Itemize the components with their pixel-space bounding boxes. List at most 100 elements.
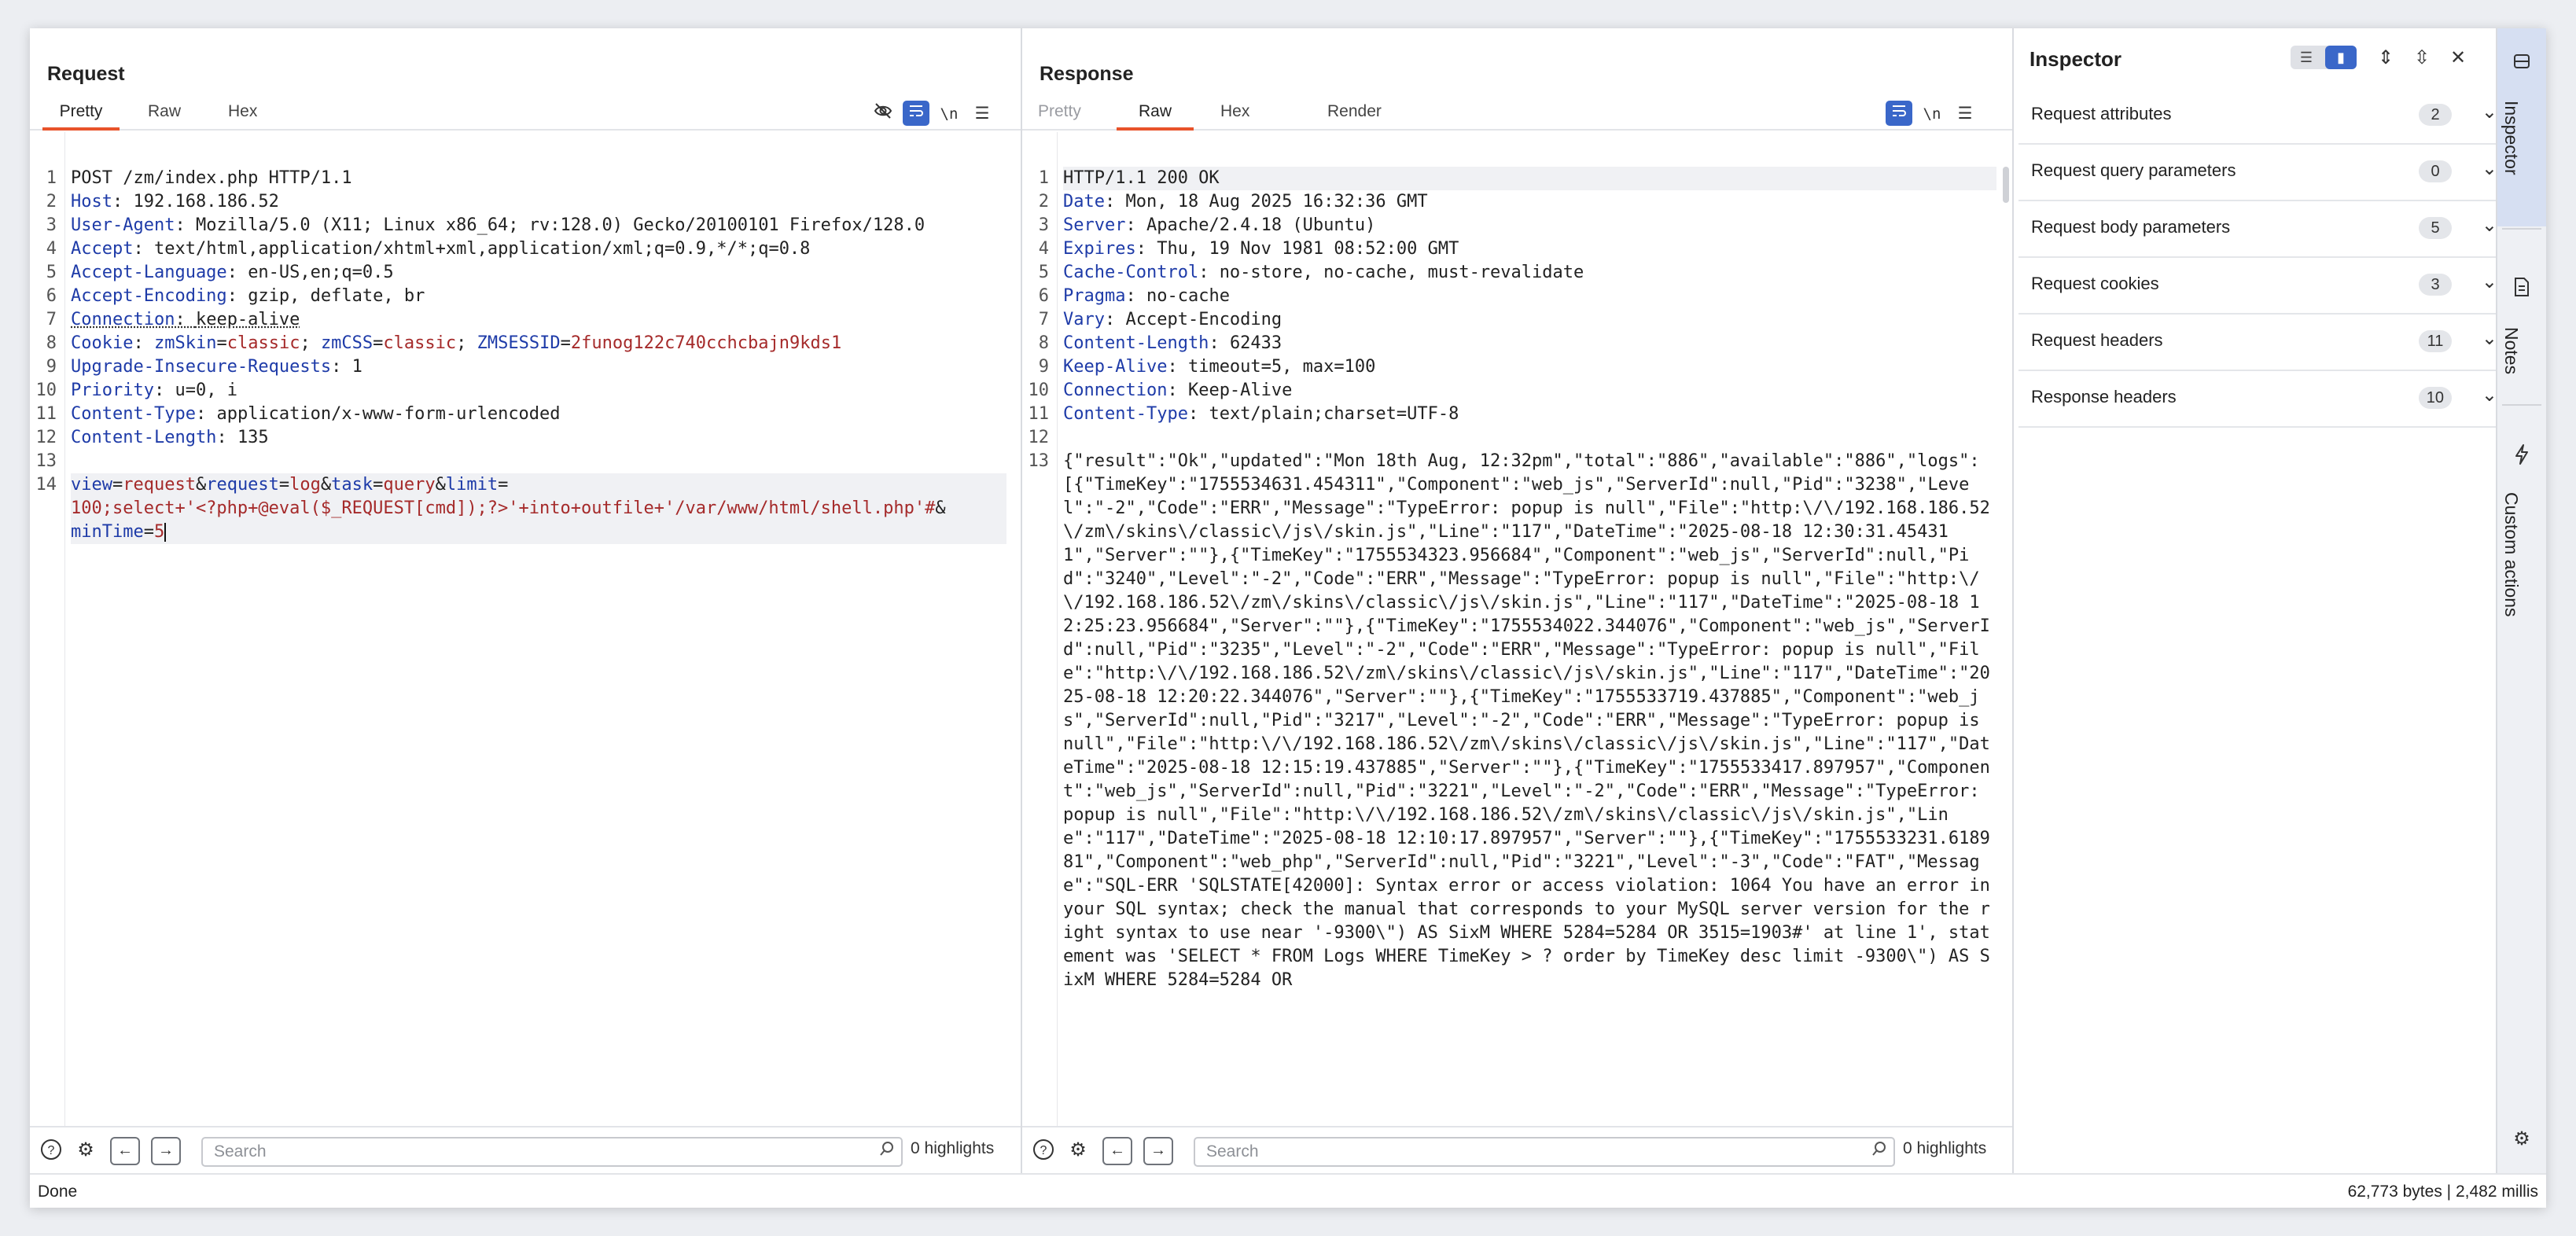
response-search-input[interactable] bbox=[1205, 1140, 1767, 1164]
response-tab-hex[interactable]: Hex bbox=[1220, 97, 1249, 127]
line-number: 8 bbox=[1038, 333, 1049, 353]
request-tab-pretty[interactable]: Pretty bbox=[42, 97, 120, 131]
inspector-section-response-headers[interactable]: Response headers 10 ⌄ bbox=[2018, 371, 2521, 428]
request-search-input[interactable] bbox=[212, 1140, 775, 1164]
header-value: u=0, i bbox=[175, 381, 237, 400]
right-sidebar: Inspector Notes Custom actions ⚙ bbox=[2496, 28, 2546, 1175]
header-key: Date bbox=[1063, 192, 1105, 212]
response-tab-raw[interactable]: Raw bbox=[1117, 97, 1194, 131]
request-tab-hex[interactable]: Hex bbox=[228, 97, 257, 127]
gear-icon[interactable]: ⚙ bbox=[2497, 1127, 2546, 1150]
header-key: Accept-Language bbox=[71, 263, 227, 282]
line-number: 7 bbox=[46, 310, 57, 329]
header-line: Accept-Encoding: gzip, deflate, br bbox=[71, 286, 425, 306]
header-value: application/x-www-form-urlencoded bbox=[216, 404, 561, 424]
section-label: Request body parameters bbox=[2031, 217, 2231, 237]
sidebar-item-custom-actions[interactable]: Custom actions bbox=[2497, 406, 2546, 657]
request-code[interactable]: POST /zm/index.php HTTP/1.1 Host: 192.16… bbox=[71, 167, 1006, 544]
request-tab-raw[interactable]: Raw bbox=[148, 97, 181, 127]
header-line: Accept: text/html,application/xhtml+xml,… bbox=[71, 239, 811, 259]
request-editor[interactable]: 1 2 3 4 5 6 7 8 9 10 11 12 13 14 POST /z… bbox=[30, 132, 1021, 1127]
gear-icon[interactable]: ⚙ bbox=[1065, 1138, 1091, 1164]
panel-view-icon[interactable]: ▮ bbox=[2325, 46, 2357, 69]
header-line: Priority: u=0, i bbox=[71, 381, 237, 400]
header-key: Content-Length bbox=[71, 428, 217, 447]
back-arrow-icon[interactable]: ← bbox=[1102, 1137, 1132, 1165]
header-line: Pragma: no-cache bbox=[1063, 286, 1230, 306]
app-window: Request Pretty Raw Hex \n ☰ 1 2 3 4 5 6 bbox=[30, 28, 2546, 1208]
header-value: no-store, no-cache, must-revalidate bbox=[1219, 263, 1584, 282]
eye-slash-icon[interactable] bbox=[870, 102, 896, 126]
line-number: 10 bbox=[1028, 381, 1050, 400]
line-number: 9 bbox=[1038, 357, 1049, 377]
response-search bbox=[1194, 1137, 1895, 1167]
cookie-line: Cookie: zmSkin=classic; zmCSS=classic; Z… bbox=[71, 333, 842, 353]
line-number: 13 bbox=[1028, 451, 1050, 471]
param-value: request bbox=[123, 475, 196, 495]
header-line: Keep-Alive: timeout=5, max=100 bbox=[1063, 357, 1376, 377]
request-highlights: 0 highlights bbox=[911, 1139, 995, 1157]
sidebar-item-inspector[interactable]: Inspector bbox=[2497, 28, 2546, 226]
collapse-all-icon[interactable]: ⇳ bbox=[2409, 46, 2435, 71]
status-line-text: HTTP/1.1 200 OK bbox=[1063, 168, 1220, 188]
header-line: Server: Apache/2.4.18 (Ubuntu) bbox=[1063, 215, 1376, 235]
inspector-section-query-parameters[interactable]: Request query parameters 0 ⌄ bbox=[2018, 145, 2521, 201]
header-value: 62433 bbox=[1229, 333, 1282, 353]
param-name: view bbox=[71, 475, 112, 495]
gear-icon[interactable]: ⚙ bbox=[72, 1138, 99, 1164]
response-body: {"result":"Ok","updated":"Mon 18th Aug, … bbox=[1063, 451, 2001, 990]
inspector-section-request-headers[interactable]: Request headers 11 ⌄ bbox=[2018, 315, 2521, 371]
chevron-down-icon: ⌄ bbox=[2481, 158, 2497, 179]
header-line: Connection: keep-alive bbox=[71, 310, 300, 329]
sidebar-item-notes[interactable]: Notes bbox=[2497, 230, 2546, 403]
text-caret bbox=[164, 523, 167, 542]
help-icon[interactable]: ? bbox=[38, 1138, 64, 1164]
section-count-badge: 11 bbox=[2419, 330, 2452, 352]
menu-icon[interactable]: ☰ bbox=[1952, 102, 1978, 126]
close-icon[interactable]: ✕ bbox=[2445, 46, 2471, 71]
header-key: Keep-Alive bbox=[1063, 357, 1168, 377]
response-code[interactable]: HTTP/1.1 200 OK Date: Mon, 18 Aug 2025 1… bbox=[1063, 167, 1996, 992]
header-line: Connection: Keep-Alive bbox=[1063, 381, 1293, 400]
request-search bbox=[201, 1137, 903, 1167]
header-key: Upgrade-Insecure-Requests bbox=[71, 357, 332, 377]
header-line: Content-Type: text/plain;charset=UTF-8 bbox=[1063, 404, 1459, 424]
back-arrow-icon[interactable]: ← bbox=[110, 1137, 140, 1165]
line-number: 4 bbox=[1038, 239, 1049, 259]
header-key: Content-Type bbox=[71, 404, 196, 424]
sidebar-label: Notes bbox=[2501, 327, 2522, 375]
status-line: HTTP/1.1 200 OK bbox=[1063, 167, 1996, 190]
list-view-icon[interactable]: ☰ bbox=[2291, 46, 2322, 69]
inspector-section-cookies[interactable]: Request cookies 3 ⌄ bbox=[2018, 258, 2521, 315]
forward-arrow-icon[interactable]: → bbox=[151, 1137, 181, 1165]
line-number: 14 bbox=[35, 475, 57, 495]
header-key: Server bbox=[1063, 215, 1126, 235]
header-key: Priority bbox=[71, 381, 154, 400]
line-number: 5 bbox=[46, 263, 57, 282]
header-value: Apache/2.4.18 (Ubuntu) bbox=[1146, 215, 1376, 235]
response-tab-render[interactable]: Render bbox=[1327, 97, 1382, 127]
inspector-section-request-attributes[interactable]: Request attributes 2 ⌄ bbox=[2018, 88, 2521, 145]
forward-arrow-icon[interactable]: → bbox=[1143, 1137, 1173, 1165]
line-number: 12 bbox=[35, 428, 57, 447]
expand-all-icon[interactable]: ⇕ bbox=[2372, 46, 2399, 71]
header-line: Content-Type: application/x-www-form-url… bbox=[71, 404, 561, 424]
header-line: Content-Length: 135 bbox=[71, 428, 269, 447]
response-editor[interactable]: 1 2 3 4 5 6 7 8 9 10 11 12 13 HTTP/1.1 2… bbox=[1022, 132, 2012, 1127]
header-key: Accept-Encoding bbox=[71, 286, 227, 306]
line-number: 1 bbox=[1038, 168, 1049, 188]
wrap-lines-icon[interactable] bbox=[1886, 101, 1912, 126]
header-value: 1 bbox=[351, 357, 362, 377]
menu-icon[interactable]: ☰ bbox=[969, 102, 995, 126]
svg-text:?: ? bbox=[1040, 1144, 1047, 1157]
sidebar-label: Inspector bbox=[2501, 101, 2522, 175]
line-number: 3 bbox=[46, 215, 57, 235]
vertical-scrollbar[interactable] bbox=[2003, 167, 2009, 203]
help-icon[interactable]: ? bbox=[1030, 1138, 1057, 1164]
newline-icon[interactable]: \n bbox=[1919, 102, 1945, 126]
inspector-section-body-parameters[interactable]: Request body parameters 5 ⌄ bbox=[2018, 201, 2521, 258]
lightning-icon bbox=[2497, 443, 2546, 471]
newline-icon[interactable]: \n bbox=[936, 102, 962, 126]
wrap-lines-icon[interactable] bbox=[903, 101, 929, 126]
inspector-panel: Inspector ☰ ▮ ⇕ ⇳ ✕ Request attributes 2… bbox=[2014, 28, 2521, 1175]
